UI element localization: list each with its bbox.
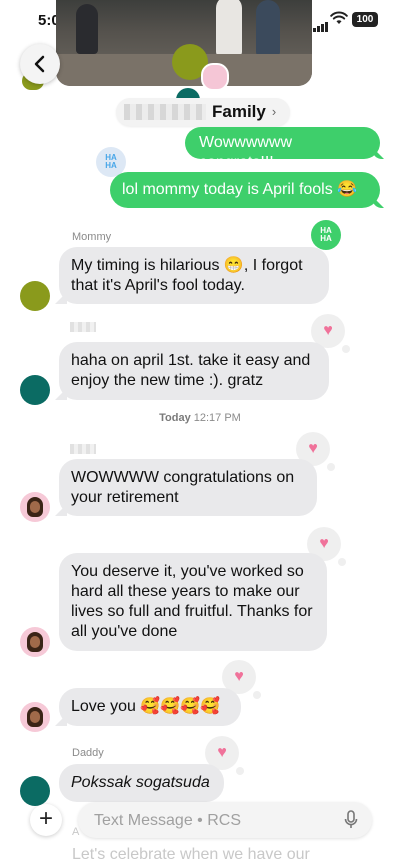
haha-reaction[interactable]: HA HA [311, 220, 341, 250]
incoming-message[interactable]: haha on april 1st. take it easy and enjo… [59, 342, 329, 400]
incoming-message[interactable]: My timing is hilarious 😁, I forgot that … [59, 247, 329, 304]
timestamp: Today 12:17 PM [159, 412, 241, 424]
outgoing-message[interactable]: Wowwwwww congrats!!! [185, 127, 380, 171]
memoji-avatar-small [201, 63, 229, 91]
avatar[interactable] [20, 281, 50, 311]
redacted-sender [70, 444, 96, 454]
sender-name: Daddy [72, 747, 104, 759]
memoji-avatar[interactable] [20, 492, 50, 522]
plus-icon: + [38, 805, 53, 832]
add-attachment-button[interactable]: + [30, 804, 62, 836]
avatar[interactable] [20, 375, 50, 405]
microphone-icon[interactable] [344, 810, 358, 830]
avatar[interactable] [20, 776, 50, 806]
sender-name: Mommy [72, 231, 112, 243]
redacted-name [124, 104, 206, 120]
partial-message: Let's celebrate when we have our [72, 846, 310, 863]
incoming-message[interactable]: Pokssak sogatsuda [59, 764, 224, 802]
incoming-message[interactable]: Love you 🥰🥰🥰🥰 [59, 688, 241, 726]
group-name: Family [212, 102, 266, 121]
incoming-message[interactable]: You deserve it, you've worked so hard al… [59, 553, 327, 651]
signal-icon [313, 14, 329, 32]
message-input[interactable] [92, 802, 336, 840]
chevron-left-icon [34, 55, 45, 73]
group-name-pill[interactable]: Family › [116, 98, 291, 126]
outgoing-message[interactable]: lol mommy today is April fools 😂 [110, 172, 380, 208]
redacted-sender [70, 322, 96, 332]
sender-name: A [72, 826, 80, 838]
battery-icon: 100 [352, 12, 378, 27]
chevron-right-icon: › [271, 104, 277, 119]
back-button[interactable] [20, 44, 60, 84]
memoji-avatar[interactable] [20, 702, 50, 732]
message-input-container[interactable] [78, 802, 372, 840]
wifi-icon [330, 11, 348, 24]
incoming-message[interactable]: WOWWWW congratulations on your retiremen… [59, 459, 317, 516]
memoji-avatar[interactable] [20, 627, 50, 657]
